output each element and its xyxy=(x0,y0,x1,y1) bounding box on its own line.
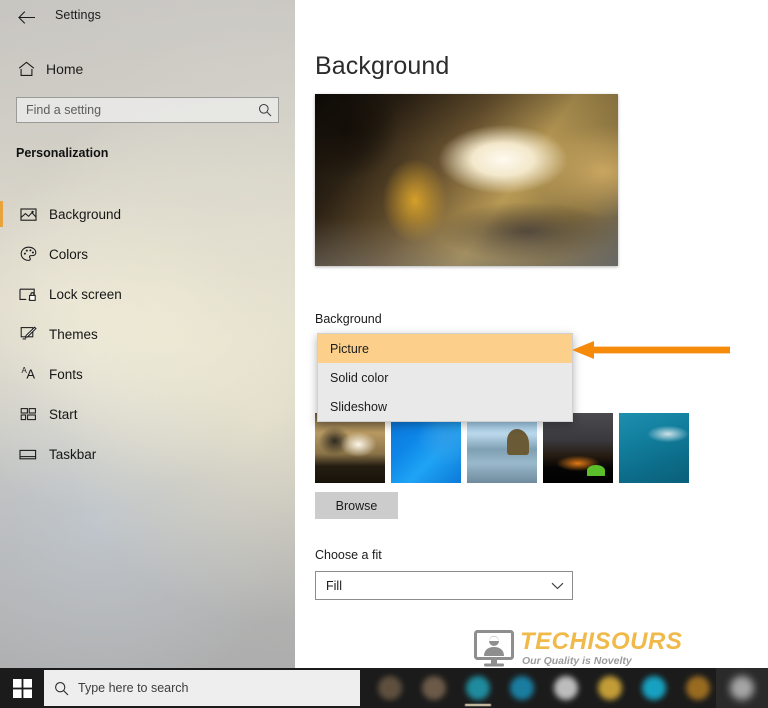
picture-thumbnail[interactable] xyxy=(391,413,461,483)
chevron-down-icon xyxy=(542,582,572,590)
sidebar-item-taskbar[interactable]: Taskbar xyxy=(0,434,295,474)
window-title: Settings xyxy=(55,8,101,22)
sidebar-item-fonts[interactable]: AA Fonts xyxy=(0,354,295,394)
taskbar-icon-4[interactable] xyxy=(500,668,544,708)
settings-sidebar: Settings Home Personalization xyxy=(0,0,295,668)
windows-taskbar xyxy=(0,668,768,708)
sidebar-item-colors[interactable]: Colors xyxy=(0,234,295,274)
search-icon[interactable] xyxy=(44,681,78,696)
taskbar-icon xyxy=(17,448,39,461)
taskbar-icon-3[interactable] xyxy=(456,668,500,708)
sidebar-item-home[interactable]: Home xyxy=(0,56,295,82)
sidebar-section-header: Personalization xyxy=(16,146,109,160)
selection-accent-bar xyxy=(0,201,3,227)
selection-accent-bar xyxy=(0,441,3,467)
taskbar-search-box[interactable] xyxy=(44,670,360,706)
dropdown-option-solid-color[interactable]: Solid color xyxy=(318,363,572,392)
sidebar-item-themes-label: Themes xyxy=(49,326,98,342)
start-icon xyxy=(17,407,39,422)
selection-accent-bar xyxy=(0,321,3,347)
fit-dropdown-value: Fill xyxy=(326,578,342,593)
sidebar-item-themes[interactable]: Themes xyxy=(0,314,295,354)
sidebar-item-lock-screen[interactable]: Lock screen xyxy=(0,274,295,314)
sidebar-item-fonts-label: Fonts xyxy=(49,366,83,382)
left-arrow-annotation-icon xyxy=(572,337,732,363)
browse-button[interactable]: Browse xyxy=(315,492,398,519)
selection-accent-bar xyxy=(0,281,3,307)
watermark-logo: TECHISOURS Our Quality is Novelty xyxy=(474,628,682,673)
background-field-label: Background xyxy=(315,312,382,326)
sidebar-item-taskbar-label: Taskbar xyxy=(49,446,97,462)
dropdown-option-slideshow[interactable]: Slideshow xyxy=(318,392,572,421)
taskbar-icon-5[interactable] xyxy=(544,668,588,708)
page-title: Background xyxy=(315,52,450,80)
taskbar-icon-8[interactable] xyxy=(676,668,720,708)
background-dropdown-list[interactable]: Picture Solid color Slideshow xyxy=(317,333,573,422)
picture-thumbnail-list xyxy=(315,413,689,483)
palette-icon xyxy=(17,246,39,262)
monitor-person-logo-icon xyxy=(474,630,514,673)
taskbar-icon-2[interactable] xyxy=(412,668,456,708)
taskbar-pinned-icons xyxy=(368,668,720,708)
back-arrow-icon[interactable] xyxy=(14,6,38,28)
sidebar-nav-list: Background Colors Lock screen Themes AA … xyxy=(0,194,295,474)
sidebar-item-start[interactable]: Start xyxy=(0,394,295,434)
taskbar-search-input[interactable] xyxy=(78,681,360,695)
lock-screen-icon xyxy=(17,287,39,302)
selection-accent-bar xyxy=(0,361,3,387)
fit-dropdown[interactable]: Fill xyxy=(315,571,573,600)
picture-icon xyxy=(17,207,39,222)
title-bar: Settings xyxy=(0,0,295,34)
windows-start-icon[interactable] xyxy=(0,668,44,708)
selection-accent-bar xyxy=(0,401,3,427)
fonts-icon: AA xyxy=(21,366,35,382)
dropdown-option-picture[interactable]: Picture xyxy=(318,334,572,363)
taskbar-icon-1[interactable] xyxy=(368,668,412,708)
sidebar-item-background[interactable]: Background xyxy=(0,194,295,234)
picture-thumbnail[interactable] xyxy=(543,413,613,483)
sidebar-item-start-label: Start xyxy=(49,406,78,422)
picture-thumbnail[interactable] xyxy=(315,413,385,483)
taskbar-system-tray[interactable] xyxy=(716,668,768,708)
search-icon[interactable] xyxy=(252,103,278,117)
search-box[interactable] xyxy=(16,97,279,123)
picture-thumbnail[interactable] xyxy=(619,413,689,483)
sidebar-item-lock-screen-label: Lock screen xyxy=(49,286,122,302)
taskbar-icon-7[interactable] xyxy=(632,668,676,708)
picture-thumbnail[interactable] xyxy=(467,413,537,483)
wallpaper-preview-image xyxy=(315,94,618,266)
choose-a-fit-label: Choose a fit xyxy=(315,548,382,562)
taskbar-icon-6[interactable] xyxy=(588,668,632,708)
sidebar-item-home-label: Home xyxy=(46,61,84,77)
settings-window-screenshot: Settings Home Personalization xyxy=(0,0,768,708)
watermark-brand-name: TECHISOURS xyxy=(520,628,683,655)
themes-icon xyxy=(17,326,39,342)
sidebar-item-colors-label: Colors xyxy=(49,246,89,262)
watermark-tagline: Our Quality is Novelty xyxy=(522,655,632,667)
home-icon xyxy=(16,61,36,77)
sidebar-item-background-label: Background xyxy=(49,206,122,222)
search-input[interactable] xyxy=(17,103,252,117)
selection-accent-bar xyxy=(0,241,3,267)
